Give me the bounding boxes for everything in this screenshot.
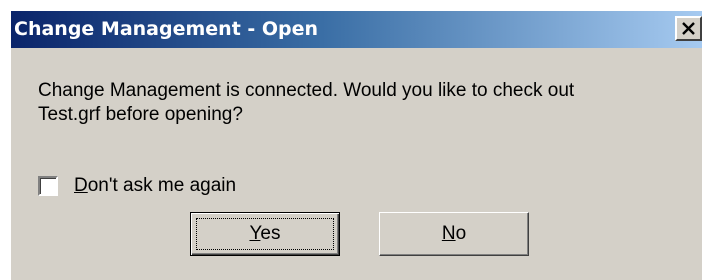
close-button[interactable] xyxy=(675,16,702,41)
dont-ask-again-mnemonic: D xyxy=(74,175,88,196)
message-line-1: Change Management is connected. Would yo… xyxy=(38,80,575,101)
dont-ask-again-checkbox[interactable] xyxy=(38,176,58,196)
yes-button[interactable]: Yes xyxy=(190,212,340,256)
dialog-message: Change Management is connected. Would yo… xyxy=(38,79,678,127)
dialog-title: Change Management - Open xyxy=(14,18,319,40)
yes-mnemonic: Y xyxy=(249,223,261,244)
dont-ask-again-label-text: on't ask me again xyxy=(87,175,237,196)
yes-button-label: Yes xyxy=(191,223,339,245)
no-label-text: o xyxy=(455,223,467,244)
message-line-2: Test.grf before opening? xyxy=(38,104,243,125)
no-button[interactable]: No xyxy=(379,212,529,256)
title-bar[interactable]: Change Management - Open xyxy=(11,11,702,48)
no-mnemonic: N xyxy=(441,223,456,244)
dont-ask-again-label[interactable]: Don't ask me again xyxy=(74,174,236,198)
no-button-label: No xyxy=(380,223,528,245)
close-icon xyxy=(682,22,695,35)
yes-label-text: es xyxy=(260,223,281,244)
change-management-dialog: Change Management - Open Change Manageme… xyxy=(9,9,702,280)
